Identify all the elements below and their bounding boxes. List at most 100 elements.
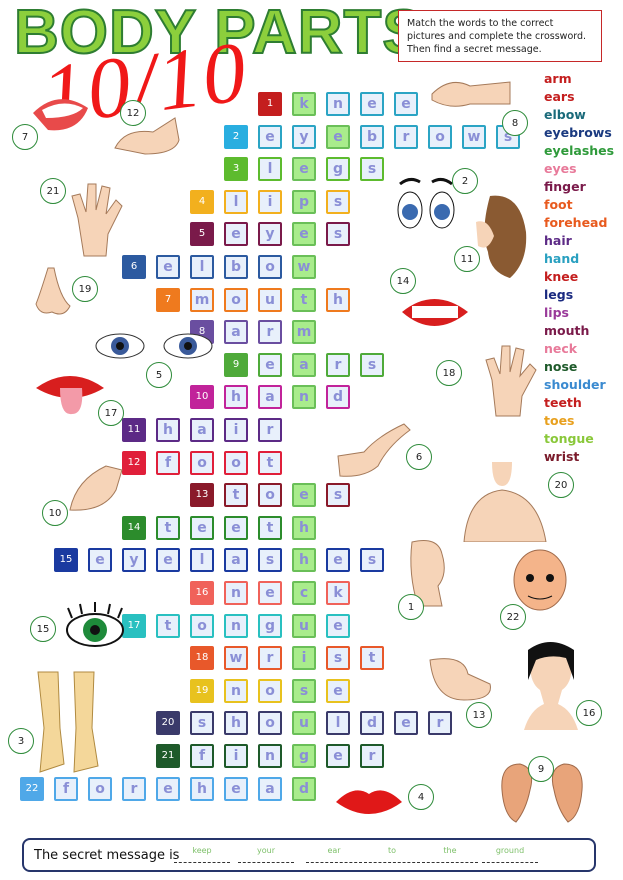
- letter-cell[interactable]: S: [360, 548, 384, 573]
- letter-cell[interactable]: U: [258, 287, 282, 312]
- letter-cell[interactable]: T: [224, 483, 248, 508]
- letter-cell[interactable]: O: [428, 124, 452, 149]
- letter-cell[interactable]: R: [428, 711, 452, 736]
- letter-cell[interactable]: E: [190, 515, 214, 540]
- letter-cell[interactable]: E: [224, 515, 248, 540]
- letter-cell[interactable]: E: [258, 124, 282, 149]
- letter-cell[interactable]: E: [258, 581, 282, 605]
- secret-letter-cell[interactable]: E: [292, 222, 316, 247]
- letter-cell[interactable]: O: [190, 450, 214, 475]
- letter-cell[interactable]: Y: [258, 222, 282, 247]
- letter-cell[interactable]: E: [156, 776, 180, 801]
- letter-cell[interactable]: D: [326, 385, 350, 410]
- letter-cell[interactable]: E: [326, 678, 350, 703]
- letter-cell[interactable]: A: [258, 776, 282, 801]
- letter-cell[interactable]: K: [326, 581, 350, 605]
- letter-cell[interactable]: N: [224, 613, 248, 638]
- letter-cell[interactable]: E: [394, 711, 418, 736]
- letter-cell[interactable]: S: [360, 157, 384, 182]
- letter-cell[interactable]: O: [224, 450, 248, 475]
- letter-cell[interactable]: A: [190, 418, 214, 442]
- secret-word-blank[interactable]: to: [364, 844, 420, 863]
- letter-cell[interactable]: O: [258, 483, 282, 508]
- letter-cell[interactable]: Y: [292, 124, 316, 149]
- letter-cell[interactable]: L: [258, 157, 282, 182]
- letter-cell[interactable]: L: [190, 548, 214, 573]
- letter-cell[interactable]: T: [156, 613, 180, 638]
- letter-cell[interactable]: Y: [122, 548, 146, 573]
- letter-cell[interactable]: E: [224, 776, 248, 801]
- letter-cell[interactable]: N: [258, 744, 282, 768]
- secret-word-blank[interactable]: ear: [306, 844, 362, 863]
- letter-cell[interactable]: A: [224, 320, 248, 345]
- letter-cell[interactable]: E: [360, 92, 384, 116]
- letter-cell[interactable]: S: [326, 646, 350, 671]
- letter-cell[interactable]: H: [224, 711, 248, 736]
- letter-cell[interactable]: B: [360, 124, 384, 149]
- secret-word-blank[interactable]: keep: [174, 844, 230, 863]
- letter-cell[interactable]: S: [326, 222, 350, 247]
- letter-cell[interactable]: R: [360, 744, 384, 768]
- letter-cell[interactable]: T: [258, 450, 282, 475]
- letter-cell[interactable]: I: [224, 744, 248, 768]
- secret-letter-cell[interactable]: S: [292, 678, 316, 703]
- secret-letter-cell[interactable]: E: [292, 483, 316, 508]
- secret-letter-cell[interactable]: K: [292, 92, 316, 116]
- letter-cell[interactable]: D: [360, 711, 384, 736]
- secret-word-blank[interactable]: the: [422, 844, 478, 863]
- letter-cell[interactable]: S: [258, 548, 282, 573]
- letter-cell[interactable]: M: [190, 287, 214, 312]
- letter-cell[interactable]: F: [156, 450, 180, 475]
- secret-letter-cell[interactable]: H: [292, 515, 316, 540]
- letter-cell[interactable]: T: [258, 515, 282, 540]
- letter-cell[interactable]: O: [258, 255, 282, 279]
- secret-letter-cell[interactable]: W: [292, 255, 316, 279]
- secret-letter-cell[interactable]: H: [292, 548, 316, 573]
- letter-cell[interactable]: E: [258, 352, 282, 377]
- letter-cell[interactable]: S: [360, 352, 384, 377]
- letter-cell[interactable]: L: [224, 189, 248, 214]
- secret-letter-cell[interactable]: E: [326, 124, 350, 149]
- letter-cell[interactable]: R: [122, 776, 146, 801]
- letter-cell[interactable]: E: [326, 613, 350, 638]
- secret-letter-cell[interactable]: G: [292, 744, 316, 768]
- letter-cell[interactable]: O: [88, 776, 112, 801]
- letter-cell[interactable]: T: [156, 515, 180, 540]
- letter-cell[interactable]: E: [156, 255, 180, 279]
- letter-cell[interactable]: O: [258, 678, 282, 703]
- letter-cell[interactable]: E: [326, 744, 350, 768]
- letter-cell[interactable]: N: [224, 678, 248, 703]
- secret-letter-cell[interactable]: A: [292, 352, 316, 377]
- letter-cell[interactable]: F: [190, 744, 214, 768]
- letter-cell[interactable]: G: [326, 157, 350, 182]
- letter-cell[interactable]: L: [326, 711, 350, 736]
- letter-cell[interactable]: W: [224, 646, 248, 671]
- letter-cell[interactable]: A: [224, 548, 248, 573]
- letter-cell[interactable]: A: [258, 385, 282, 410]
- letter-cell[interactable]: O: [190, 613, 214, 638]
- letter-cell[interactable]: B: [224, 255, 248, 279]
- secret-letter-cell[interactable]: P: [292, 189, 316, 214]
- letter-cell[interactable]: S: [326, 483, 350, 508]
- secret-letter-cell[interactable]: T: [292, 287, 316, 312]
- letter-cell[interactable]: E: [156, 548, 180, 573]
- letter-cell[interactable]: L: [190, 255, 214, 279]
- letter-cell[interactable]: E: [88, 548, 112, 573]
- letter-cell[interactable]: N: [224, 581, 248, 605]
- secret-word-blank[interactable]: your: [238, 844, 294, 863]
- letter-cell[interactable]: I: [258, 189, 282, 214]
- letter-cell[interactable]: T: [360, 646, 384, 671]
- letter-cell[interactable]: R: [394, 124, 418, 149]
- letter-cell[interactable]: N: [326, 92, 350, 116]
- secret-letter-cell[interactable]: I: [292, 646, 316, 671]
- letter-cell[interactable]: H: [190, 776, 214, 801]
- letter-cell[interactable]: R: [258, 418, 282, 442]
- letter-cell[interactable]: R: [326, 352, 350, 377]
- secret-letter-cell[interactable]: U: [292, 613, 316, 638]
- secret-word-blank[interactable]: ground: [482, 844, 538, 863]
- secret-letter-cell[interactable]: E: [292, 157, 316, 182]
- secret-letter-cell[interactable]: M: [292, 320, 316, 345]
- secret-letter-cell[interactable]: N: [292, 385, 316, 410]
- letter-cell[interactable]: H: [224, 385, 248, 410]
- letter-cell[interactable]: R: [258, 320, 282, 345]
